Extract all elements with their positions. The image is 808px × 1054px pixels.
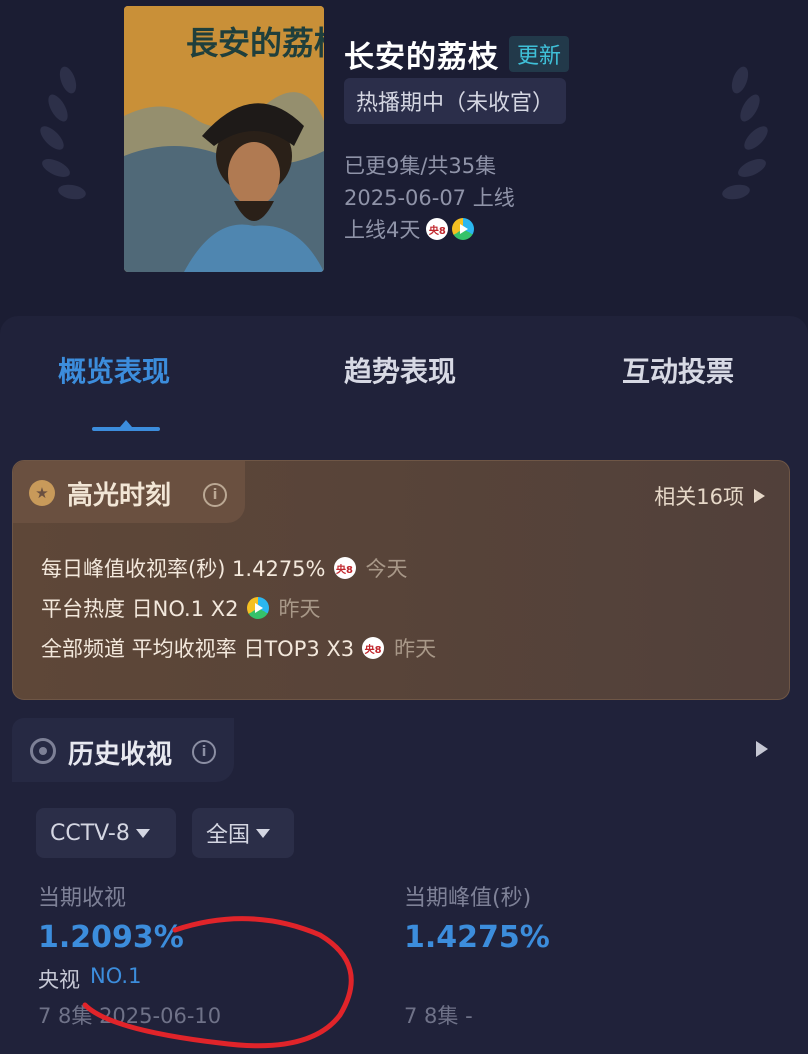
region-select-value: 全国 <box>206 823 251 848</box>
release-date: 2025-06-07 上线 <box>344 186 515 210</box>
highlight-item: 每日峰值收视率(秒) 1.4275% 央8 今天 <box>41 553 408 583</box>
star-badge-icon: ★ <box>29 480 55 506</box>
tencent-video-icon <box>452 218 475 240</box>
highlight-item: 全部频道 平均收视率 日TOP3 X3 央8 昨天 <box>41 633 436 663</box>
highlight-item-day: 今天 <box>365 557 408 581</box>
caret-down-icon <box>256 828 271 838</box>
update-badge: 更新 <box>509 36 570 72</box>
history-more-arrow-icon[interactable] <box>756 741 768 757</box>
peak-rating-footnote: 7 8集 - <box>404 1004 473 1028</box>
peak-rating-label: 当期峰值(秒) <box>404 886 532 911</box>
rank-value: NO.1 <box>90 964 142 988</box>
highlight-item-text: 平台热度 日NO.1 X2 <box>41 597 239 621</box>
info-icon[interactable]: i <box>203 483 227 507</box>
tab-active-indicator <box>92 420 160 431</box>
current-rating-label: 当期收视 <box>38 886 127 911</box>
cctv8-icon: 央8 <box>362 637 385 659</box>
highlight-item-day: 昨天 <box>394 637 437 661</box>
caret-down-icon <box>135 828 150 838</box>
drama-title: 长安的荔枝 <box>344 40 499 75</box>
current-rating-value: 1.2093% <box>38 920 184 955</box>
tencent-video-icon <box>246 597 269 619</box>
poster-title-text: 長安的荔枝 <box>186 24 324 62</box>
rank-label: 央视 <box>38 968 80 992</box>
channel-select-value: CCTV-8 <box>50 820 130 846</box>
history-title: 历史收视 <box>68 740 173 770</box>
highlight-item-text: 全部频道 平均收视率 日TOP3 X3 <box>41 637 355 661</box>
info-icon[interactable]: i <box>192 740 216 764</box>
drama-poster[interactable]: 長安的荔枝 <box>124 6 324 272</box>
laurel-right-icon <box>722 66 768 200</box>
poster-image: 長安的荔枝 <box>124 6 324 272</box>
play-arrow-icon <box>754 489 765 503</box>
days-online-row: 上线4天 央8 <box>344 214 475 244</box>
tab-trend[interactable]: 趋势表现 <box>344 350 456 390</box>
highlight-item-day: 昨天 <box>278 597 321 621</box>
current-rating-footnote: 7 8集 2025-06-10 <box>38 1004 222 1028</box>
cctv8-icon: 央8 <box>333 557 356 579</box>
episode-count: 已更9集/共35集 <box>344 154 497 178</box>
related-items-link[interactable]: 相关16项 <box>654 481 765 511</box>
peak-rating-value: 1.4275% <box>404 920 550 955</box>
highlight-item: 平台热度 日NO.1 X2 昨天 <box>41 593 321 623</box>
cctv8-icon: 央8 <box>426 218 449 240</box>
status-chip: 热播期中（未收官） <box>344 78 567 124</box>
title-row: 长安的荔枝 更新 <box>344 32 570 76</box>
highlight-title: 高光时刻 <box>67 481 172 511</box>
days-online: 上线4天 <box>344 218 421 242</box>
highlight-card[interactable]: ★ 高光时刻 i 相关16项 每日峰值收视率(秒) 1.4275% 央8 今天 … <box>12 460 790 700</box>
tab-overview[interactable]: 概览表现 <box>58 350 170 390</box>
laurel-left-icon <box>40 66 86 200</box>
region-select[interactable]: 全国 <box>192 808 294 858</box>
channel-select[interactable]: CCTV-8 <box>36 808 176 858</box>
film-reel-icon <box>30 738 56 764</box>
rank-row: 央视 NO.1 <box>38 964 141 994</box>
highlight-header: ★ 高光时刻 i <box>13 461 245 523</box>
drama-header: 長安的荔枝 长安的荔枝 更新 热播期中（未收官） 已更9集/共35集 2025-… <box>0 0 808 312</box>
related-items-label: 相关16项 <box>654 485 744 509</box>
history-header: 历史收视 i <box>12 718 234 782</box>
tab-vote[interactable]: 互动投票 <box>622 350 734 390</box>
highlight-item-text: 每日峰值收视率(秒) 1.4275% <box>41 557 326 581</box>
